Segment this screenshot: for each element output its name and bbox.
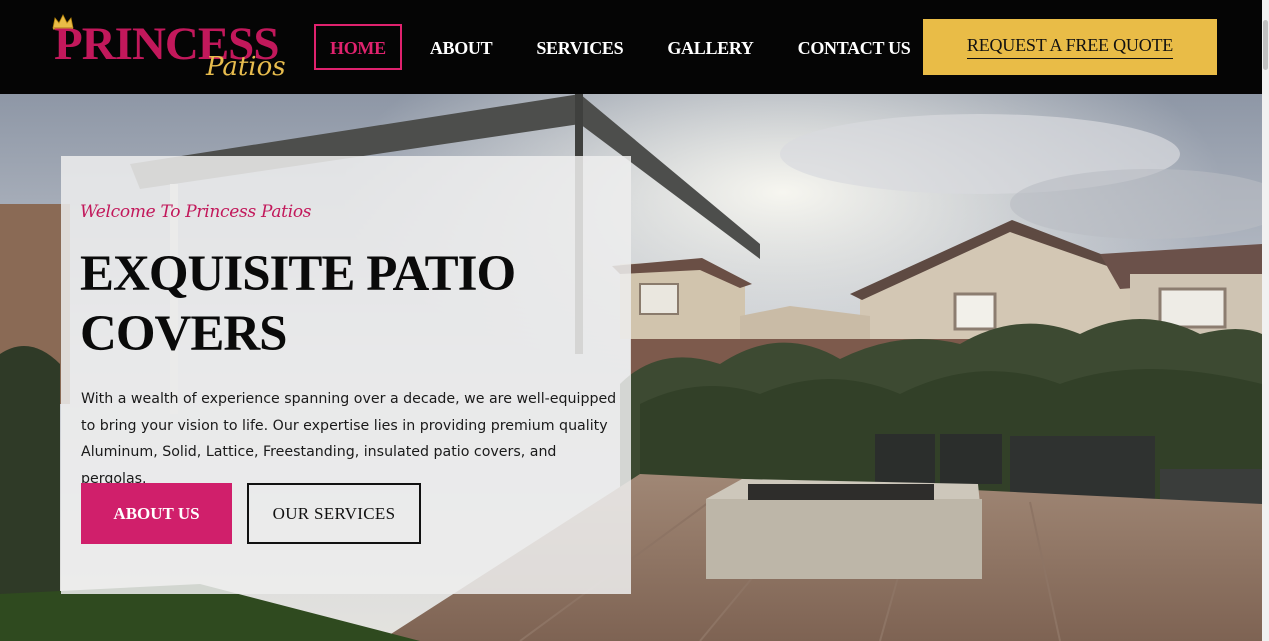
nav-services[interactable]: SERVICES	[520, 24, 639, 70]
our-services-button[interactable]: OUR SERVICES	[247, 483, 421, 544]
about-us-button[interactable]: ABOUT US	[81, 483, 232, 544]
hero-intro-card: Welcome To Princess Patios EXQUISITE PAT…	[61, 156, 631, 594]
hero-headline: EXQUISITE PATIO COVERS	[80, 244, 600, 364]
hero-background-image: Welcome To Princess Patios EXQUISITE PAT…	[0, 94, 1262, 641]
nav-about[interactable]: ABOUT	[414, 24, 509, 70]
description-line-3: Aluminum, Solid, Lattice, Freestanding, …	[81, 444, 557, 487]
headline-line-1: EXQUISITE PATIO	[80, 246, 516, 302]
nav-gallery[interactable]: GALLERY	[651, 24, 769, 70]
page-scrollbar[interactable]	[1262, 0, 1269, 641]
headline-line-2: COVERS	[80, 306, 288, 362]
nav-home[interactable]: HOME	[314, 24, 402, 70]
hero-description: With a wealth of experience spanning ove…	[81, 386, 621, 492]
site-header: PRINCESS Patios HOME ABOUT SERVICES GALL…	[0, 0, 1262, 94]
logo-tagline: Patios	[206, 52, 286, 82]
main-nav: HOME ABOUT SERVICES GALLERY CONTACT US	[314, 24, 939, 70]
description-line-2: to bring your vision to life. Our expert…	[81, 417, 608, 434]
description-line-1: With a wealth of experience spanning ove…	[81, 391, 617, 407]
request-quote-button[interactable]: REQUEST A FREE QUOTE	[923, 19, 1217, 75]
scrollbar-thumb[interactable]	[1263, 20, 1268, 70]
princess-patios-logo[interactable]: PRINCESS Patios	[52, 14, 286, 88]
welcome-text: Welcome To Princess Patios	[80, 202, 312, 222]
request-quote-label: REQUEST A FREE QUOTE	[966, 35, 1173, 59]
nav-contact-us[interactable]: CONTACT US	[782, 24, 927, 70]
